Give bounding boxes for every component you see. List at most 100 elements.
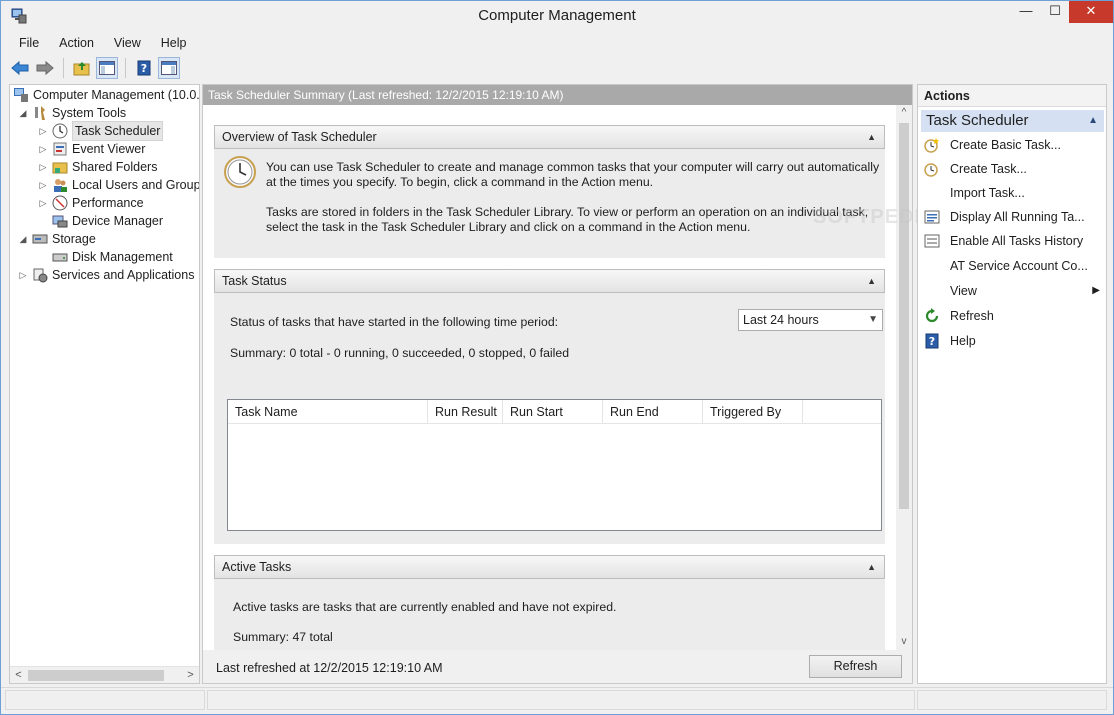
action-enable-tasks-history[interactable]: Enable All Tasks History bbox=[922, 230, 1104, 252]
task-status-grid[interactable]: Task Name Run Result Run Start Run End T… bbox=[227, 399, 882, 531]
tree-item-device-manager[interactable]: Device Manager bbox=[52, 212, 163, 230]
users-icon bbox=[52, 177, 68, 193]
action-create-task[interactable]: Create Task... bbox=[922, 158, 1104, 180]
active-tasks-section-header[interactable]: Active Tasks ▲ bbox=[214, 555, 885, 579]
last-refreshed-text: Last refreshed at 12/2/2015 12:19:10 AM bbox=[216, 661, 443, 675]
summary-vertical-scrollbar[interactable]: ^ v bbox=[896, 105, 912, 650]
tree-item-computer-management[interactable]: Computer Management (10.0.2 bbox=[13, 86, 200, 104]
action-help[interactable]: ? Help bbox=[922, 330, 1104, 352]
status-cell bbox=[917, 690, 1107, 710]
tree-label: Performance bbox=[72, 196, 144, 210]
svg-text:?: ? bbox=[141, 62, 147, 75]
action-label: View bbox=[950, 284, 977, 298]
action-label: AT Service Account Co... bbox=[950, 259, 1088, 273]
tree-item-system-tools[interactable]: ◢ System Tools bbox=[18, 104, 126, 122]
tree-label: Storage bbox=[52, 232, 96, 246]
up-folder-icon bbox=[73, 62, 90, 76]
expand-arrow-icon[interactable]: ▷ bbox=[38, 158, 48, 176]
action-at-service-account[interactable]: AT Service Account Co... bbox=[922, 255, 1104, 277]
tree-item-storage[interactable]: ◢ Storage bbox=[18, 230, 96, 248]
help-button[interactable]: ? bbox=[133, 57, 155, 79]
expand-arrow-icon[interactable]: ▷ bbox=[38, 176, 48, 194]
collapse-section-icon[interactable]: ▲ bbox=[867, 556, 876, 578]
tree-item-event-viewer[interactable]: ▷ Event Viewer bbox=[38, 140, 146, 158]
back-arrow-icon bbox=[11, 60, 29, 76]
console-tree: Computer Management (10.0.2 ◢ System Too… bbox=[9, 84, 200, 684]
summary-footer: Last refreshed at 12/2/2015 12:19:10 AM … bbox=[203, 650, 912, 683]
tree-label: Computer Management (10.0.2 bbox=[33, 88, 200, 102]
task-scheduler-summary: Task Scheduler Summary (Last refreshed: … bbox=[202, 84, 913, 684]
action-refresh[interactable]: Refresh bbox=[922, 305, 1104, 327]
collapse-section-icon[interactable]: ▲ bbox=[867, 270, 876, 292]
action-view[interactable]: View ▶ bbox=[922, 280, 1104, 302]
collapse-section-icon[interactable]: ▲ bbox=[867, 126, 876, 148]
tree-horizontal-scrollbar[interactable]: < > bbox=[10, 666, 199, 683]
expand-arrow-icon[interactable]: ▷ bbox=[18, 266, 28, 284]
scroll-thumb[interactable] bbox=[899, 123, 909, 509]
scroll-right-icon[interactable]: > bbox=[182, 667, 199, 683]
refresh-button[interactable]: Refresh bbox=[809, 655, 902, 678]
action-import-task[interactable]: Import Task... bbox=[922, 182, 1104, 204]
action-label: Display All Running Ta... bbox=[950, 210, 1085, 224]
help-book-icon: ? bbox=[137, 60, 151, 76]
collapse-group-icon[interactable]: ▲ bbox=[1088, 110, 1098, 132]
tree-item-services-applications[interactable]: ▷ Services and Applications bbox=[18, 266, 194, 284]
grid-header-row: Task Name Run Result Run Start Run End T… bbox=[228, 400, 881, 424]
overview-section-header[interactable]: Overview of Task Scheduler ▲ bbox=[214, 125, 885, 149]
section-title: Task Status bbox=[222, 274, 287, 288]
section-title: Active Tasks bbox=[222, 560, 292, 574]
action-label: Refresh bbox=[950, 309, 994, 323]
column-run-result[interactable]: Run Result bbox=[428, 400, 503, 424]
scroll-thumb[interactable] bbox=[28, 670, 164, 681]
summary-body: Overview of Task Scheduler ▲ You can use… bbox=[203, 105, 896, 650]
menu-action[interactable]: Action bbox=[49, 33, 104, 53]
collapse-arrow-icon[interactable]: ◢ bbox=[18, 230, 28, 248]
tree-label: Services and Applications bbox=[52, 268, 195, 282]
task-status-section-header[interactable]: Task Status ▲ bbox=[214, 269, 885, 293]
forward-button[interactable] bbox=[34, 57, 56, 79]
column-task-name[interactable]: Task Name bbox=[228, 400, 428, 424]
status-cell bbox=[5, 690, 205, 710]
tree-item-task-scheduler[interactable]: ▷ Task Scheduler bbox=[38, 121, 164, 141]
show-hide-tree-button[interactable] bbox=[96, 57, 118, 79]
scroll-left-icon[interactable]: < bbox=[10, 667, 27, 683]
tree-label: Device Manager bbox=[72, 214, 164, 228]
action-label: Create Basic Task... bbox=[950, 138, 1061, 152]
time-period-select[interactable]: Last 24 hours ▼ bbox=[738, 309, 883, 331]
tree-label: Disk Management bbox=[72, 250, 173, 264]
main-window: Computer Management — ☐ ✕ File Action Vi… bbox=[0, 0, 1114, 715]
expand-arrow-icon[interactable]: ▷ bbox=[38, 140, 48, 158]
menu-view[interactable]: View bbox=[104, 33, 151, 53]
close-button[interactable]: ✕ bbox=[1069, 1, 1113, 23]
menu-help[interactable]: Help bbox=[151, 33, 197, 53]
refresh-icon bbox=[925, 308, 939, 323]
show-hide-action-pane-button[interactable] bbox=[158, 57, 180, 79]
maximize-button[interactable]: ☐ bbox=[1041, 1, 1069, 23]
overview-paragraph-1-line-1: You can use Task Scheduler to create and… bbox=[266, 160, 880, 174]
tree-item-performance[interactable]: ▷ Performance bbox=[38, 194, 144, 212]
device-manager-icon bbox=[52, 213, 68, 229]
title-bar[interactable]: Computer Management — ☐ ✕ bbox=[1, 1, 1113, 32]
tree-item-local-users[interactable]: ▷ Local Users and Groups bbox=[38, 176, 199, 194]
action-create-basic-task[interactable]: Create Basic Task... bbox=[922, 134, 1104, 156]
up-folder-button[interactable] bbox=[71, 57, 93, 79]
minimize-button[interactable]: — bbox=[1012, 1, 1040, 23]
summary-header: Task Scheduler Summary (Last refreshed: … bbox=[203, 85, 912, 105]
tree-item-shared-folders[interactable]: ▷ Shared Folders bbox=[38, 158, 158, 176]
expand-arrow-icon[interactable]: ▷ bbox=[38, 122, 48, 140]
section-title: Overview of Task Scheduler bbox=[222, 130, 377, 144]
expand-arrow-icon[interactable]: ▷ bbox=[38, 194, 48, 212]
tree-item-disk-management[interactable]: Disk Management bbox=[52, 248, 173, 266]
action-label: Create Task... bbox=[950, 162, 1027, 176]
actions-group-task-scheduler[interactable]: Task Scheduler ▲ bbox=[921, 110, 1104, 132]
column-run-end[interactable]: Run End bbox=[603, 400, 703, 424]
column-triggered-by[interactable]: Triggered By bbox=[703, 400, 803, 424]
scroll-down-icon[interactable]: v bbox=[896, 634, 912, 650]
menu-file[interactable]: File bbox=[9, 33, 49, 53]
collapse-arrow-icon[interactable]: ◢ bbox=[18, 104, 28, 122]
scroll-up-icon[interactable]: ^ bbox=[896, 105, 912, 121]
action-display-running-tasks[interactable]: Display All Running Ta... bbox=[922, 206, 1104, 228]
event-viewer-icon bbox=[52, 141, 68, 157]
column-run-start[interactable]: Run Start bbox=[503, 400, 603, 424]
back-button[interactable] bbox=[9, 57, 31, 79]
